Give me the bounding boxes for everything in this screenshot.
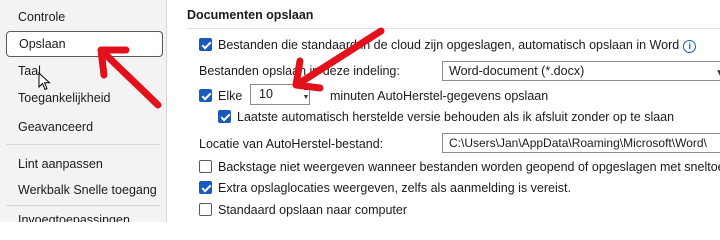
sidebar-item-geavanceerd[interactable]: Geavanceerd bbox=[6, 114, 156, 140]
sidebar-item-lint-aanpassen[interactable]: Lint aanpassen bbox=[6, 151, 156, 177]
extra-locations-checkbox[interactable] bbox=[199, 181, 212, 194]
autorecover-row: Elke bbox=[199, 89, 242, 103]
sidebar-item-controle[interactable]: Controle bbox=[6, 4, 156, 30]
autorecover-label-before: Elke bbox=[218, 89, 243, 103]
keep-last-version-row[interactable]: Laatste automatisch herstelde versie beh… bbox=[218, 110, 674, 124]
autosave-cloud-row[interactable]: Bestanden die standaard in de cloud zijn… bbox=[199, 38, 697, 53]
save-format-value: Word-document (*.docx) bbox=[449, 64, 585, 78]
autorecover-location-input[interactable]: C:\Users\Jan\AppData\Roaming\Microsoft\W… bbox=[442, 133, 720, 153]
keep-last-version-label: Laatste automatisch herstelde versie beh… bbox=[237, 110, 675, 124]
autorecover-checkbox[interactable] bbox=[199, 89, 212, 102]
sidebar-item-opslaan[interactable]: Opslaan bbox=[6, 31, 163, 57]
autosave-cloud-checkbox[interactable] bbox=[199, 38, 212, 51]
save-options-panel: Documenten opslaan Bestanden die standaa… bbox=[168, 0, 720, 222]
save-to-computer-checkbox[interactable] bbox=[199, 203, 212, 216]
word-options-dialog: Controle Opslaan Taal Toegankelijkheid G… bbox=[0, 0, 720, 222]
autosave-cloud-label: Bestanden die standaard in de cloud zijn… bbox=[218, 38, 680, 52]
sidebar-divider bbox=[6, 144, 160, 145]
info-icon[interactable]: i bbox=[683, 40, 697, 53]
minutes-spinner[interactable]: ▲ ▼ bbox=[301, 84, 311, 104]
extra-locations-row[interactable]: Extra opslaglocaties weergeven, zelfs al… bbox=[199, 181, 571, 195]
sidebar-item-taal[interactable]: Taal bbox=[6, 58, 156, 84]
options-sidebar: Controle Opslaan Taal Toegankelijkheid G… bbox=[0, 0, 167, 222]
keep-last-version-checkbox[interactable] bbox=[218, 110, 231, 123]
backstage-label: Backstage niet weergeven wanneer bestand… bbox=[218, 160, 720, 174]
save-to-computer-row[interactable]: Standaard opslaan naar computer bbox=[199, 203, 407, 217]
backstage-checkbox[interactable] bbox=[199, 160, 212, 173]
extra-locations-label: Extra opslaglocaties weergeven, zelfs al… bbox=[218, 181, 571, 195]
mouse-pointer-icon bbox=[38, 72, 51, 91]
save-to-computer-label: Standaard opslaan naar computer bbox=[218, 203, 408, 217]
autorecover-label-after: minuten AutoHerstel-gegevens opslaan bbox=[330, 89, 549, 103]
section-divider bbox=[187, 28, 720, 29]
spinner-up-icon[interactable]: ▲ bbox=[301, 84, 311, 93]
autorecover-location-label: Locatie van AutoHerstel-bestand: bbox=[199, 137, 384, 151]
sidebar-item-toegankelijkheid[interactable]: Toegankelijkheid bbox=[6, 85, 156, 111]
sidebar-item-invoegtoepassingen[interactable]: Invoegtoepassingen bbox=[6, 207, 156, 222]
sidebar-item-werkbalk-snelle-toegang[interactable]: Werkbalk Snelle toegang bbox=[6, 177, 157, 203]
spinner-down-icon[interactable]: ▼ bbox=[301, 93, 311, 102]
save-format-label: Bestanden opslaan in deze indeling: bbox=[199, 64, 400, 78]
backstage-row[interactable]: Backstage niet weergeven wanneer bestand… bbox=[199, 160, 720, 174]
section-title: Documenten opslaan bbox=[187, 8, 314, 22]
autorecover-location-value: C:\Users\Jan\AppData\Roaming\Microsoft\W… bbox=[449, 136, 707, 150]
save-format-select[interactable]: Word-document (*.docx) ▼ bbox=[442, 61, 720, 81]
chevron-down-icon: ▼ bbox=[715, 65, 720, 80]
sidebar-divider bbox=[6, 205, 160, 206]
autorecover-minutes-value: 10 bbox=[259, 87, 273, 101]
